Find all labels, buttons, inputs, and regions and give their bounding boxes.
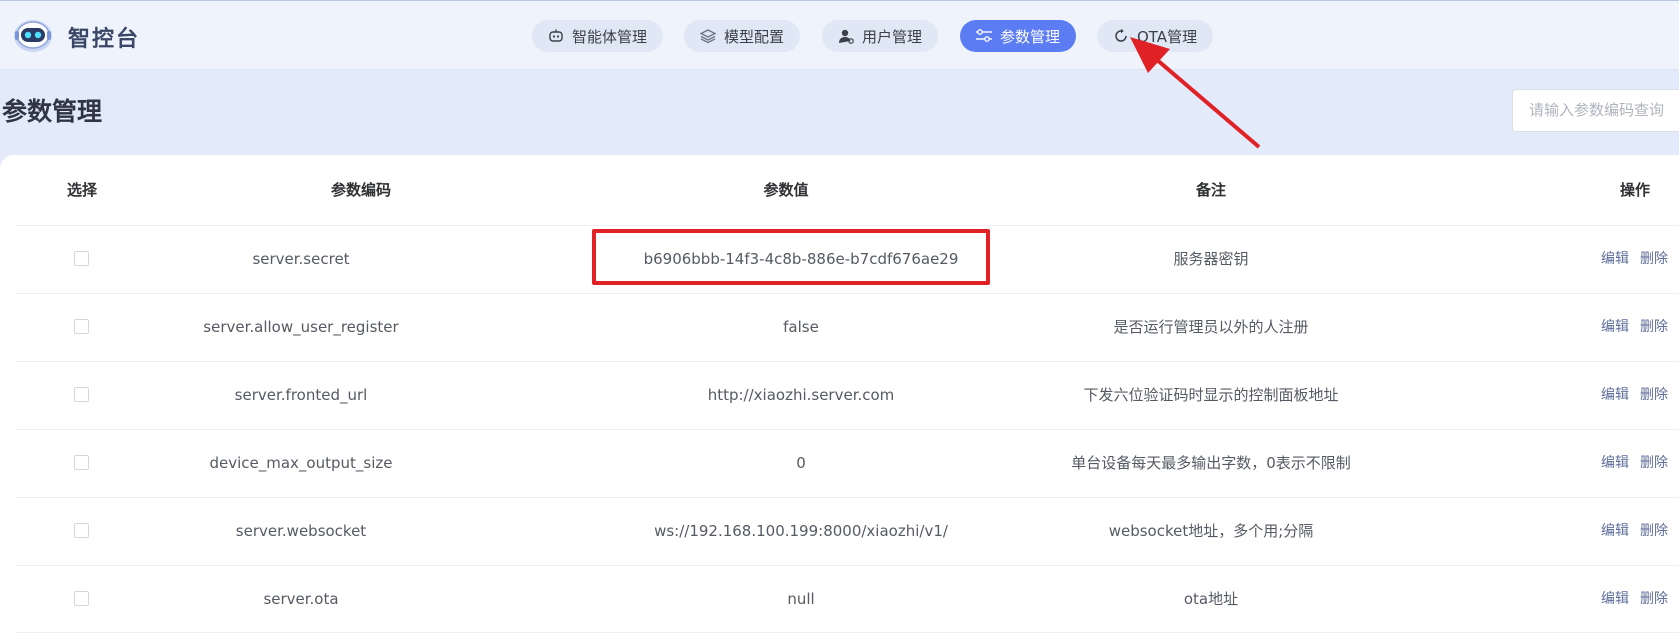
params-table: 选择 参数编码 参数值 备注 操作 server.secret b6906bbb… <box>0 155 1679 636</box>
nav-model-config[interactable]: 模型配置 <box>684 20 801 52</box>
row-checkbox[interactable] <box>74 591 89 606</box>
table-row: server.websocket ws://192.168.100.199:80… <box>16 497 1679 565</box>
param-remark: 是否运行管理员以外的人注册 <box>1113 318 1309 336</box>
param-remark: 服务器密钥 <box>1173 250 1249 268</box>
nav-param-management[interactable]: 参数管理 <box>960 20 1077 52</box>
nav-label: 参数管理 <box>1000 27 1061 46</box>
delete-button[interactable]: 删除 <box>1640 498 1668 565</box>
nav-label: 智能体管理 <box>572 27 648 46</box>
refresh-icon <box>1112 27 1130 45</box>
param-code: server.ota <box>263 590 339 608</box>
row-checkbox[interactable] <box>74 523 89 538</box>
table-row: server.ota null ota地址 编辑 删除 <box>16 565 1679 633</box>
edit-button[interactable]: 编辑 <box>1601 226 1629 293</box>
user-icon <box>837 27 855 45</box>
param-code: server.websocket <box>235 522 367 540</box>
table-header: 选择 参数编码 参数值 备注 操作 <box>0 155 1679 225</box>
layers-icon <box>699 27 717 45</box>
nav-agent-management[interactable]: 智能体管理 <box>532 20 664 52</box>
delete-button[interactable]: 删除 <box>1640 362 1668 429</box>
param-code: server.secret <box>252 250 350 268</box>
delete-button[interactable]: 删除 <box>1640 430 1668 497</box>
row-checkbox[interactable] <box>74 455 89 470</box>
nav-label: 用户管理 <box>862 27 923 46</box>
param-remark: 下发六位验证码时显示的控制面板地址 <box>1083 386 1339 404</box>
nav-ota-management[interactable]: OTA管理 <box>1097 20 1214 52</box>
param-remark: ota地址 <box>1183 590 1239 608</box>
nav-user-management[interactable]: 用户管理 <box>822 20 939 52</box>
edit-button[interactable]: 编辑 <box>1601 430 1629 497</box>
page-title: 参数管理 <box>2 97 103 126</box>
nav-label: 模型配置 <box>724 27 785 46</box>
sliders-icon <box>975 27 993 45</box>
search-input[interactable]: 请输入参数编码查询 <box>1512 89 1679 132</box>
header-operations: 操作 <box>1619 181 1650 199</box>
robot-icon <box>547 27 565 45</box>
nav-label: OTA管理 <box>1137 27 1198 46</box>
row-checkbox[interactable] <box>74 319 89 334</box>
table-row: device_max_output_size 0 单台设备每天最多输出字数，0表… <box>16 429 1679 497</box>
row-checkbox[interactable] <box>74 387 89 402</box>
delete-button[interactable]: 删除 <box>1640 294 1668 361</box>
param-code: server.allow_user_register <box>203 318 399 336</box>
app-brand: 智控台 <box>68 27 141 52</box>
delete-button[interactable]: 删除 <box>1640 566 1668 633</box>
param-remark: 单台设备每天最多输出字数，0表示不限制 <box>1071 454 1351 472</box>
header-param-code: 参数编码 <box>330 181 391 199</box>
header-select: 选择 <box>66 181 97 199</box>
robot-logo-icon <box>14 20 52 52</box>
table-row: server.allow_user_register false 是否运行管理员… <box>16 293 1679 361</box>
param-code: server.fronted_url <box>234 386 368 404</box>
header-remark: 备注 <box>1195 181 1226 199</box>
row-checkbox[interactable] <box>74 251 89 266</box>
edit-button[interactable]: 编辑 <box>1601 566 1629 633</box>
edit-button[interactable]: 编辑 <box>1601 294 1629 361</box>
param-code: device_max_output_size <box>209 454 393 472</box>
delete-button[interactable]: 删除 <box>1640 226 1668 293</box>
top-navigation-bar: 智控台 智能体管理 模型配置 用户管理 参数管理 OTA管理 <box>0 0 1679 70</box>
edit-button[interactable]: 编辑 <box>1601 498 1629 565</box>
header-param-value: 参数值 <box>763 181 809 199</box>
edit-button[interactable]: 编辑 <box>1601 362 1629 429</box>
param-remark: websocket地址，多个用;分隔 <box>1108 522 1314 540</box>
table-row: server.fronted_url http://xiaozhi.server… <box>16 361 1679 429</box>
highlight-box <box>592 229 990 285</box>
